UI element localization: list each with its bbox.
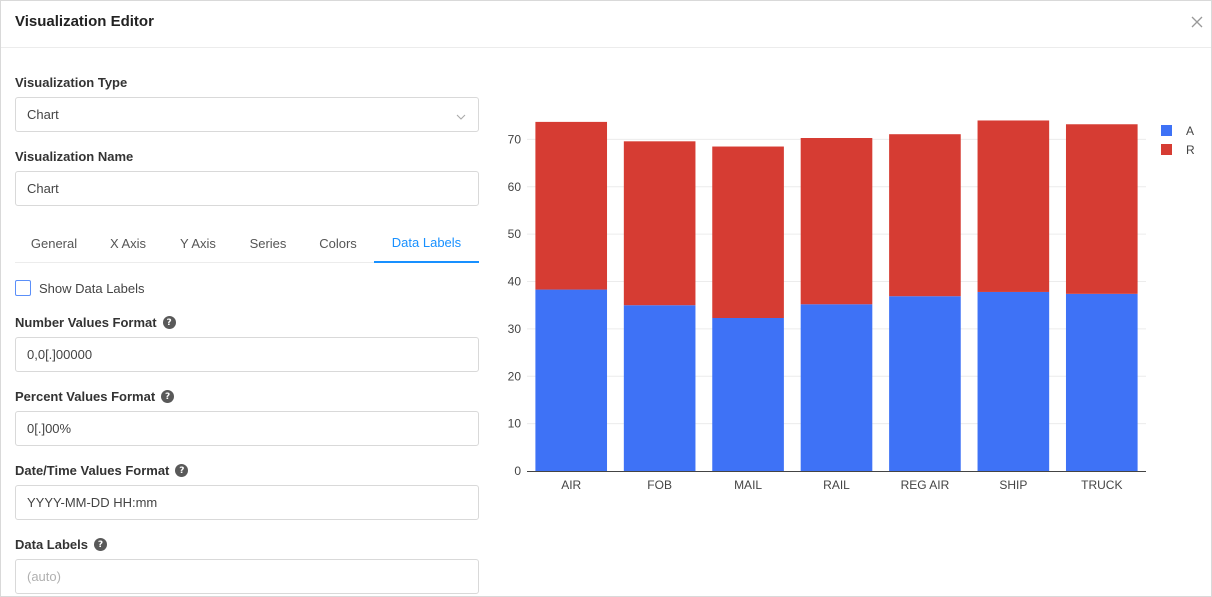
- y-tick-label: 30: [508, 322, 522, 336]
- visualization-editor-modal: Visualization Editor Visualization Type …: [0, 0, 1212, 597]
- bar-r: [977, 120, 1050, 292]
- bar-r: [1065, 124, 1138, 294]
- bar-a: [800, 304, 873, 471]
- x-tick-label: TRUCK: [1081, 478, 1122, 492]
- modal-title: Visualization Editor: [15, 13, 154, 30]
- visualization-name-label: Visualization Name: [15, 149, 134, 164]
- x-tick-label: FOB: [647, 478, 672, 492]
- bar-a: [535, 289, 608, 471]
- y-tick-label: 50: [508, 227, 522, 241]
- legend-swatch: [1161, 144, 1172, 155]
- visualization-name-value: Chart: [27, 181, 59, 196]
- bar-r: [623, 141, 696, 306]
- bar-r: [800, 138, 873, 305]
- visualization-type-select[interactable]: Chart: [15, 97, 479, 132]
- legend-swatch: [1161, 125, 1172, 136]
- question-circle-icon[interactable]: ?: [162, 316, 176, 329]
- visualization-type-value: Chart: [27, 107, 59, 122]
- bar-a: [1065, 293, 1138, 471]
- data-labels-input[interactable]: (auto): [15, 559, 479, 594]
- datetime-values-format-value: YYYY-MM-DD HH:mm: [27, 495, 158, 510]
- y-tick-label: 40: [508, 275, 522, 289]
- number-values-format-value: 0,0[.]00000: [27, 347, 93, 362]
- legend-label: A: [1186, 124, 1194, 138]
- y-tick-label: 10: [508, 417, 522, 431]
- show-data-labels-row: Show Data Labels: [15, 280, 145, 296]
- bar-a: [889, 296, 961, 471]
- tab-x-axis[interactable]: X Axis: [93, 224, 163, 263]
- legend-label: R: [1186, 143, 1195, 157]
- scrollbar[interactable]: [1205, 49, 1211, 596]
- tab-colors[interactable]: Colors: [303, 224, 373, 263]
- x-tick-label: REG AIR: [901, 478, 950, 492]
- visualization-name-input[interactable]: Chart: [15, 171, 479, 206]
- modal-header: Visualization Editor: [1, 1, 1211, 48]
- bar-r: [535, 121, 608, 290]
- bar-a: [712, 318, 784, 471]
- bar-a: [623, 305, 696, 471]
- question-circle-icon[interactable]: ?: [161, 390, 175, 403]
- percent-values-format-value: 0[.]00%: [27, 421, 72, 436]
- y-tick-label: 0: [514, 464, 521, 478]
- bar-a: [977, 291, 1050, 471]
- y-tick-label: 20: [508, 369, 522, 383]
- editor-tabs: General X Axis Y Axis Series Colors Data…: [15, 224, 479, 263]
- show-data-labels-label: Show Data Labels: [39, 280, 145, 296]
- chart-svg: 0 10 20 30 40 50 60 70 AIR FOB MAIL RAIL REG AIR SHIP…: [508, 120, 1195, 492]
- bar-r: [712, 146, 784, 318]
- question-circle-icon[interactable]: ?: [93, 538, 107, 551]
- visualization-type-label: Visualization Type: [15, 75, 128, 90]
- x-tick-label: MAIL: [734, 478, 762, 492]
- number-values-format-label: Number Values Format ?: [15, 315, 176, 330]
- tab-series[interactable]: Series: [233, 224, 303, 263]
- tab-general[interactable]: General: [15, 224, 93, 263]
- tab-data-labels[interactable]: Data Labels: [374, 224, 479, 263]
- y-tick-label: 70: [508, 132, 522, 146]
- tab-y-axis[interactable]: Y Axis: [163, 224, 233, 263]
- y-tick-label: 60: [508, 180, 522, 194]
- percent-values-format-input[interactable]: 0[.]00%: [15, 411, 479, 446]
- x-tick-label: AIR: [561, 478, 581, 492]
- close-icon[interactable]: [1189, 14, 1205, 30]
- x-tick-label: RAIL: [823, 478, 850, 492]
- data-labels-label: Data Labels ?: [15, 537, 107, 552]
- data-labels-placeholder: (auto): [27, 569, 61, 584]
- percent-values-format-label: Percent Values Format ?: [15, 389, 175, 404]
- chevron-down-icon: [456, 110, 466, 120]
- datetime-values-format-label: Date/Time Values Format ?: [15, 463, 189, 478]
- bar-r: [889, 134, 961, 297]
- number-values-format-input[interactable]: 0,0[.]00000: [15, 337, 479, 372]
- datetime-values-format-input[interactable]: YYYY-MM-DD HH:mm: [15, 485, 479, 520]
- x-tick-label: SHIP: [999, 478, 1027, 492]
- show-data-labels-checkbox[interactable]: [15, 280, 31, 296]
- question-circle-icon[interactable]: ?: [175, 464, 189, 477]
- bar-chart: 0 10 20 30 40 50 60 70 AIR FOB MAIL RAIL REG AIR SHIP…: [491, 101, 1206, 501]
